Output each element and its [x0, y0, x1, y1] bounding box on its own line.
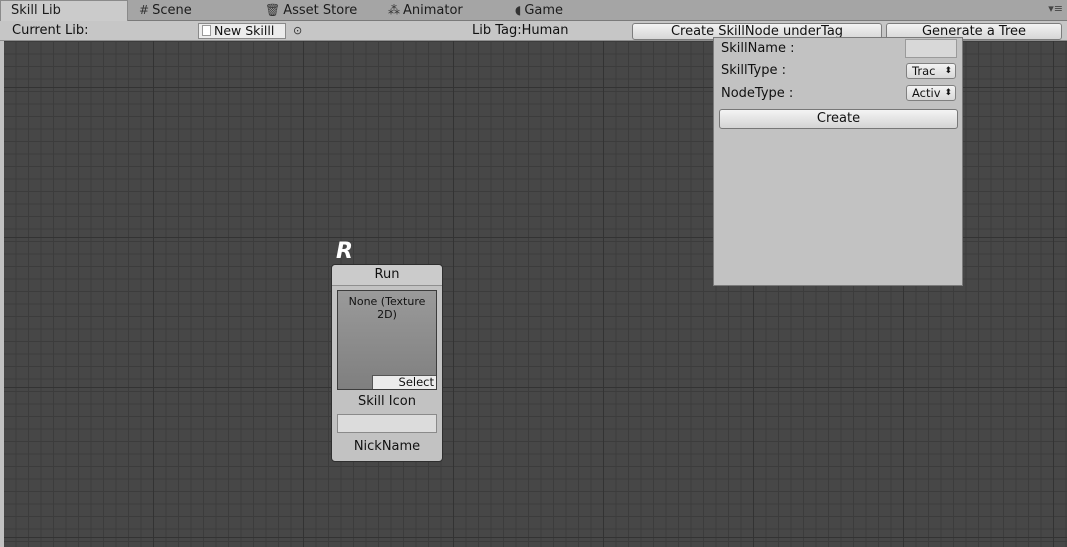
- tab-label: Asset Store: [283, 3, 358, 18]
- skill-name-input[interactable]: [905, 39, 957, 58]
- tab-label: Skill Lib: [11, 3, 61, 18]
- skill-type-label: SkillType :: [721, 63, 786, 78]
- nickname-label: NickName: [353, 439, 421, 454]
- texture-placeholder: None (Texture 2D): [348, 295, 426, 321]
- texture-slot[interactable]: None (Texture 2D) Select: [337, 290, 437, 390]
- dropdown-arrow-icon: ⬍: [944, 88, 952, 98]
- tab-bar: Skill Lib # Scene 🗑 Asset Store ⁂ Animator …: [0, 0, 1067, 21]
- pacman-icon: ◖: [515, 3, 522, 17]
- skill-type-dropdown[interactable]: Trac ⬍: [906, 63, 956, 79]
- tab-game[interactable]: ◖ Game: [515, 0, 563, 21]
- tab-label: Scene: [152, 3, 192, 18]
- skill-icon-label: Skill Icon: [358, 394, 416, 409]
- current-lib-label: Current Lib:: [12, 23, 89, 38]
- node-type-dropdown[interactable]: Activ ⬍: [906, 85, 956, 101]
- tab-label: Animator: [403, 3, 463, 18]
- skill-name-label: SkillName :: [721, 41, 795, 56]
- node-type-label: NodeType :: [721, 86, 794, 101]
- tab-animator[interactable]: ⁂ Animator: [388, 0, 463, 21]
- object-picker-icon[interactable]: ⊙: [293, 23, 302, 39]
- skill-node[interactable]: Run None (Texture 2D) Select Skill Icon …: [331, 264, 443, 462]
- node-root-marker: R: [336, 239, 353, 264]
- lib-field-value: New Skilll: [214, 23, 275, 38]
- texture-select-button[interactable]: Select: [372, 375, 436, 389]
- node-type-value: Activ: [912, 86, 941, 100]
- window-menu-icon[interactable]: ▾≡: [1048, 2, 1063, 15]
- bag-icon: 🗑: [265, 3, 281, 17]
- animator-icon: ⁂: [388, 3, 400, 17]
- create-button[interactable]: Create: [719, 109, 958, 129]
- nickname-input[interactable]: [337, 414, 437, 433]
- tab-skill-lib[interactable]: Skill Lib: [0, 0, 128, 21]
- node-title: Run: [332, 265, 442, 286]
- lib-tag-label: Lib Tag:Human: [472, 23, 569, 38]
- skill-type-value: Trac: [912, 64, 936, 78]
- tab-asset-store[interactable]: 🗑 Asset Store: [265, 0, 357, 21]
- create-skillnode-popup: SkillName : SkillType : Trac ⬍ NodeType :…: [713, 37, 963, 286]
- grid-icon: #: [139, 3, 150, 17]
- tab-label: Game: [524, 3, 564, 18]
- tab-scene[interactable]: # Scene: [139, 0, 192, 21]
- lib-object-field[interactable]: New Skilll: [198, 23, 286, 39]
- dropdown-arrow-icon: ⬍: [944, 66, 952, 76]
- document-icon: [202, 25, 211, 36]
